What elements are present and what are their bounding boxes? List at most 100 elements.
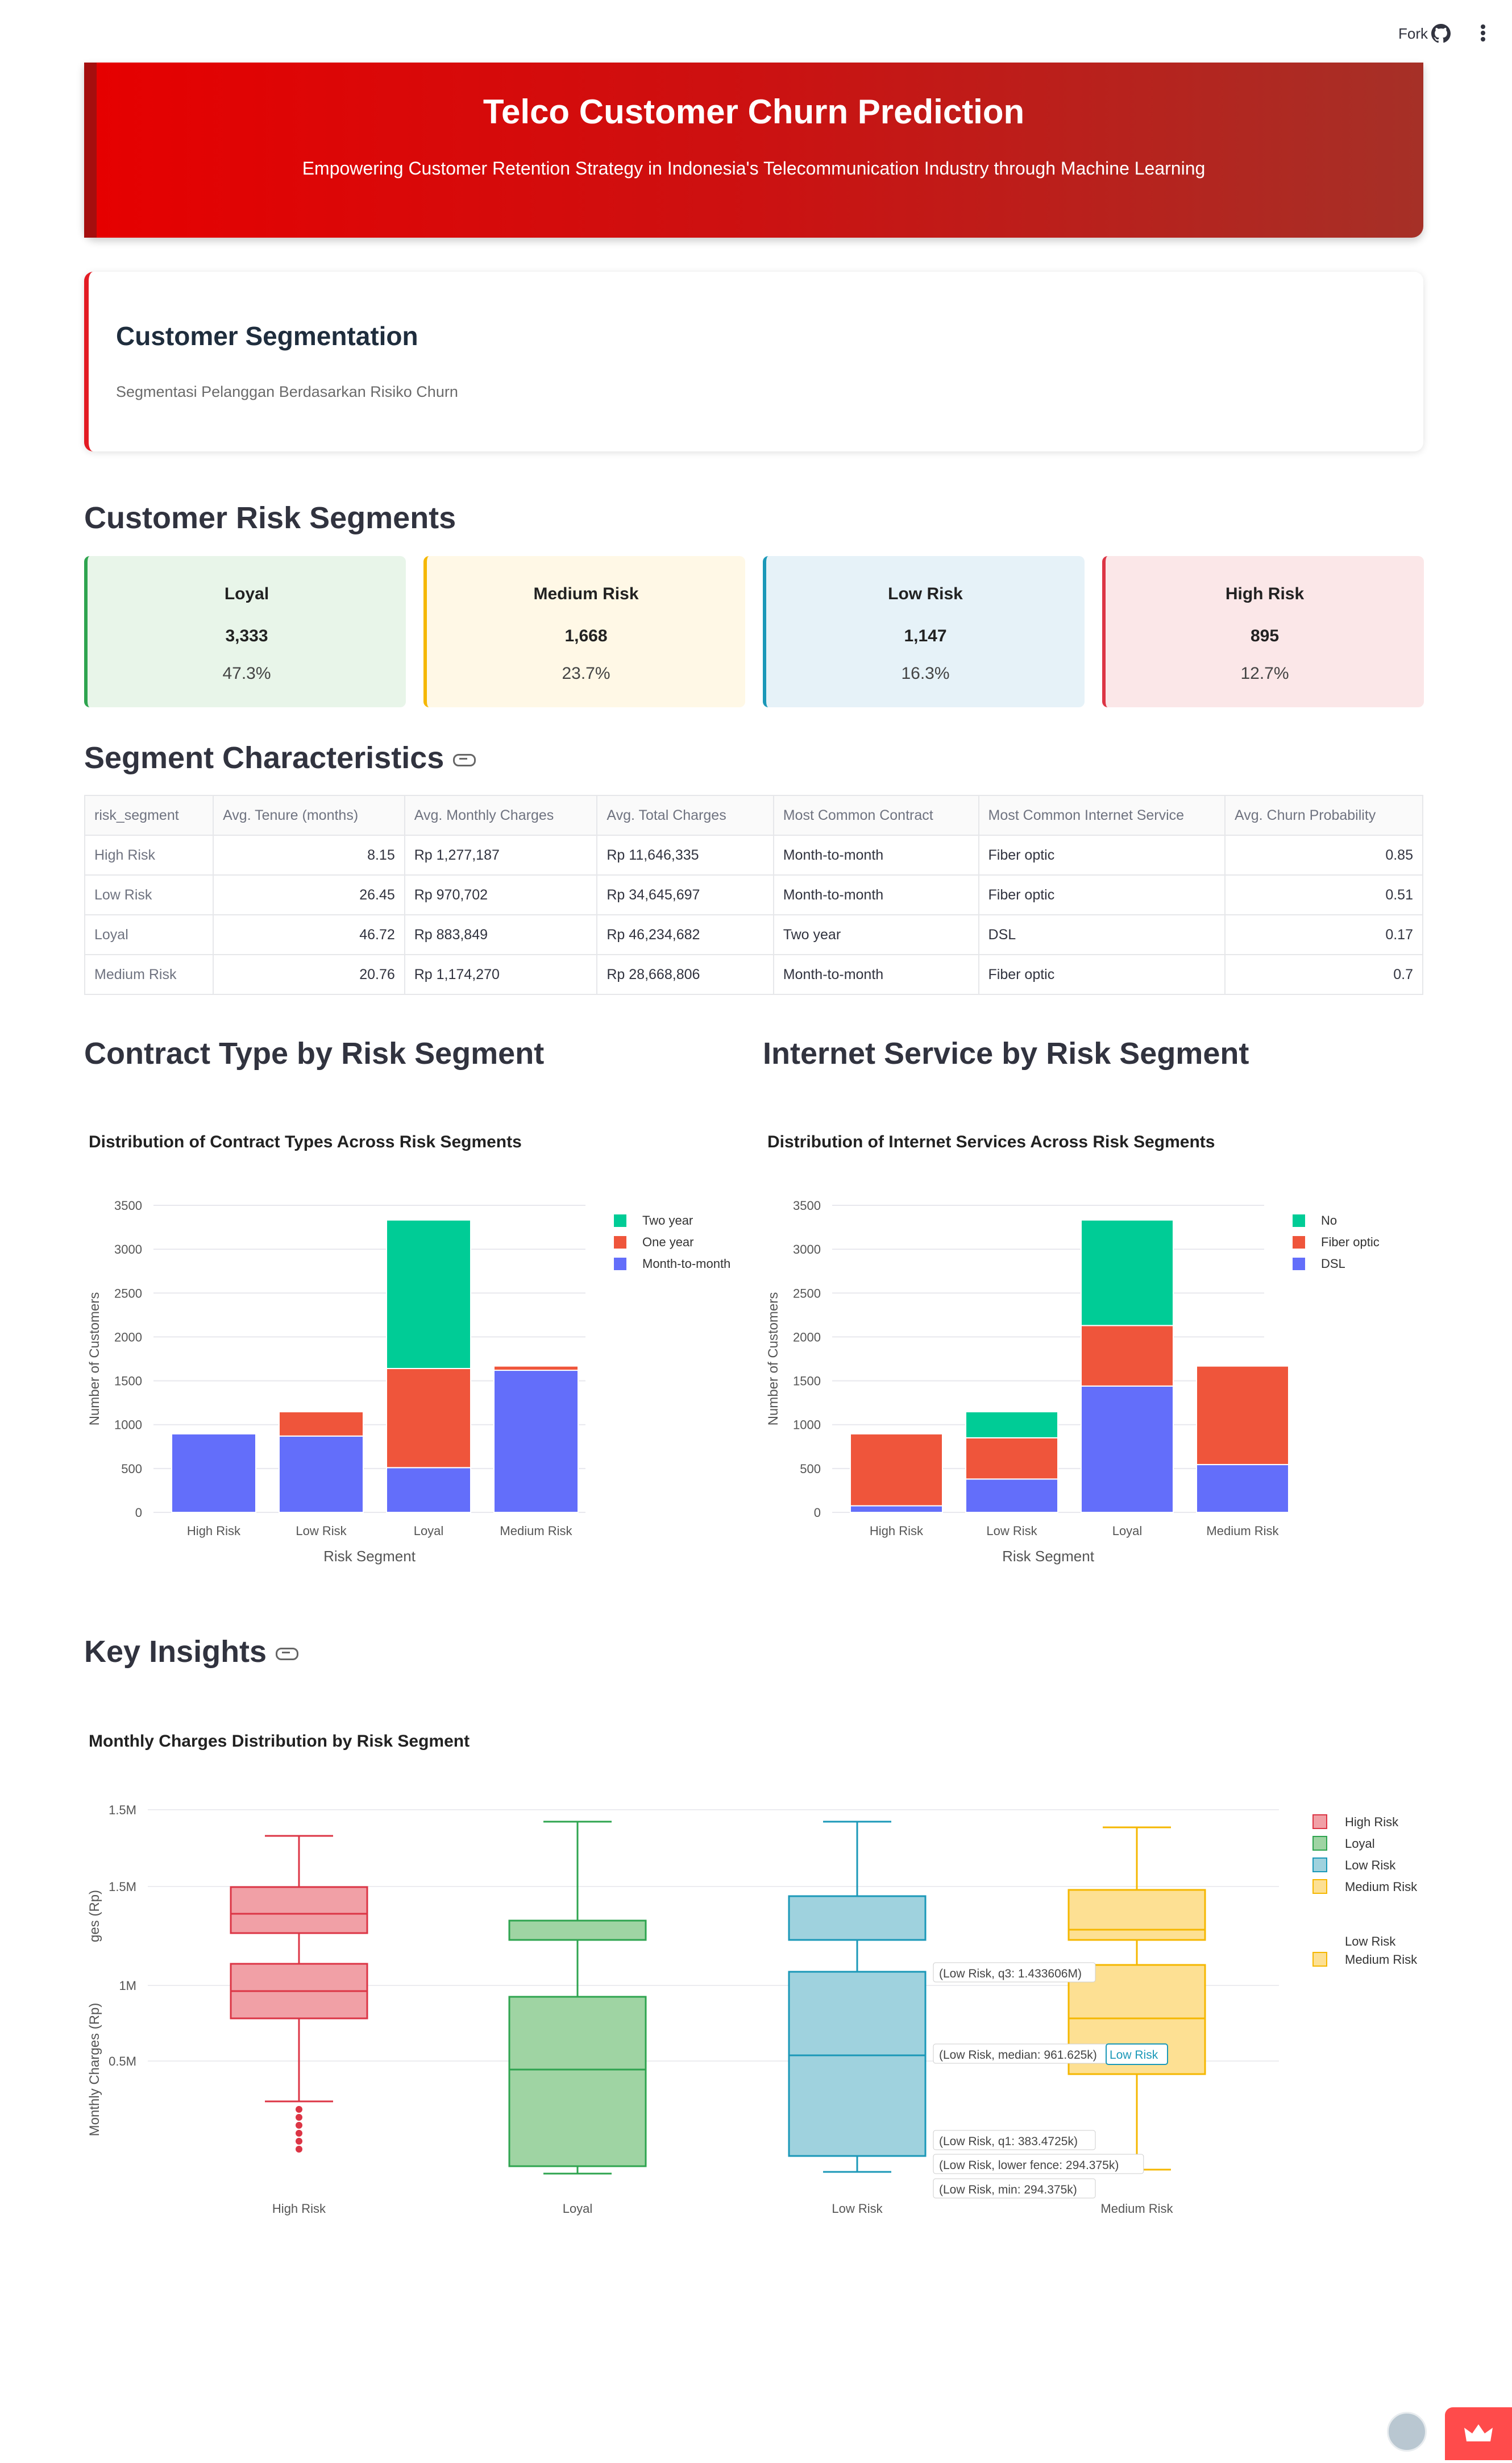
legend-label: High Risk bbox=[1345, 1815, 1399, 1829]
table-row[interactable]: High Risk 8.15 Rp 1,277,187 Rp 11,646,335 Mo… bbox=[84, 835, 1423, 876]
table-cell: Rp 1,277,187 bbox=[404, 835, 598, 876]
x-tick-label: Loyal bbox=[1112, 1524, 1143, 1538]
legend-label: Fiber optic bbox=[1321, 1235, 1380, 1249]
segmentation-title: Customer Segmentation bbox=[116, 321, 418, 351]
table-cell: 46.72 bbox=[213, 914, 405, 955]
risk-card-label: Medium Risk bbox=[533, 584, 639, 603]
legend-label: Low Risk bbox=[1345, 1858, 1396, 1872]
column-header[interactable]: Most Common Internet Service bbox=[978, 795, 1226, 836]
top-toolbar: Fork bbox=[0, 0, 1512, 68]
table-cell: Two year bbox=[772, 914, 979, 955]
banner-title: Telco Customer Churn Prediction bbox=[483, 93, 1025, 131]
risk-card-pct: 12.7% bbox=[1240, 664, 1289, 683]
table-cell: 8.15 bbox=[213, 835, 405, 876]
bar-segment bbox=[1196, 1365, 1289, 1465]
risk-card-low-risk: Low Risk 1,147 16.3% bbox=[763, 556, 1085, 707]
hover-text: (Low Risk, q1: 383.4725k) bbox=[939, 2135, 1078, 2148]
hover-text: (Low Risk, min: 294.375k) bbox=[939, 2183, 1077, 2196]
segment-characteristics-title: Segment Characteristics bbox=[84, 741, 445, 775]
bar-segment bbox=[965, 1478, 1058, 1513]
legend-swatch bbox=[614, 1236, 626, 1249]
x-axis-title: Risk Segment bbox=[1002, 1548, 1095, 1565]
legend-label: Medium Risk bbox=[1345, 1952, 1418, 1967]
contract-type-chart[interactable]: 0 500 1000 1500 2000 2500 3000 3500 High Risk Low… bbox=[80, 1183, 762, 1581]
y-tick-label: 1500 bbox=[793, 1374, 821, 1388]
risk-card-high-risk: High Risk 895 12.7% bbox=[1102, 556, 1424, 707]
anchor-link-icon[interactable] bbox=[276, 1647, 299, 1660]
y-tick-label: 3000 bbox=[793, 1242, 821, 1257]
y-tick-label: 2500 bbox=[114, 1286, 142, 1300]
column-header[interactable]: Avg. Churn Probability bbox=[1224, 795, 1423, 836]
y-tick-label: 0 bbox=[814, 1506, 821, 1520]
key-insights-title: Key Insights bbox=[84, 1635, 267, 1669]
box-upper bbox=[230, 1886, 368, 1934]
risk-card-pct: 23.7% bbox=[562, 664, 610, 683]
y-tick-label: 1.5M bbox=[109, 1803, 136, 1817]
outlier-point bbox=[296, 2138, 302, 2145]
column-header[interactable]: Most Common Contract bbox=[772, 795, 979, 836]
table-cell: 26.45 bbox=[213, 874, 405, 915]
fork-link[interactable]: Fork bbox=[1398, 25, 1428, 43]
column-header[interactable]: Avg. Monthly Charges bbox=[404, 795, 598, 836]
legend-label: Low Risk bbox=[1345, 1934, 1396, 1948]
risk-card-count: 1,147 bbox=[904, 627, 947, 645]
x-tick-label: Loyal bbox=[563, 2201, 593, 2216]
table-cell: 0.85 bbox=[1224, 835, 1423, 876]
more-vertical-icon[interactable] bbox=[1479, 23, 1487, 45]
risk-card-count: 3,333 bbox=[225, 627, 268, 645]
table-cell: Fiber optic bbox=[978, 835, 1226, 876]
bar-segment bbox=[1081, 1219, 1174, 1326]
x-tick-label: High Risk bbox=[870, 1524, 924, 1538]
column-header[interactable]: risk_segment bbox=[84, 795, 214, 836]
legend-swatch bbox=[1312, 1836, 1327, 1851]
y-tick-label: 2500 bbox=[793, 1286, 821, 1300]
column-header[interactable]: Avg. Tenure (months) bbox=[213, 795, 405, 836]
segmentation-card bbox=[84, 272, 1423, 451]
risk-segments-heading: Customer Risk Segments bbox=[84, 501, 456, 535]
avatar[interactable] bbox=[1387, 2412, 1427, 2452]
key-insights-heading: Key Insights bbox=[84, 1634, 299, 1669]
legend-label: Two year bbox=[642, 1213, 693, 1228]
internet-service-chart[interactable]: 0 500 1000 1500 2000 2500 3000 3500 High Risk Low… bbox=[758, 1183, 1440, 1581]
y-tick-label: 0.5M bbox=[109, 2054, 136, 2068]
github-icon[interactable] bbox=[1431, 24, 1451, 43]
y-axis-title-fragment: ges (Rp) bbox=[87, 1890, 102, 1942]
y-tick-label: 3000 bbox=[114, 1242, 142, 1257]
bar-segment bbox=[493, 1370, 579, 1513]
table-row[interactable]: Low Risk 26.45 Rp 970,702 Rp 34,645,697 Mont… bbox=[84, 874, 1423, 915]
table-cell: Rp 1,174,270 bbox=[404, 954, 598, 995]
y-tick-label: 500 bbox=[121, 1462, 142, 1476]
streamlit-crown-icon[interactable] bbox=[1445, 2407, 1512, 2460]
hover-text: (Low Risk, lower fence: 294.375k) bbox=[939, 2159, 1119, 2172]
y-tick-label: 2000 bbox=[793, 1330, 821, 1344]
y-tick-label: 2000 bbox=[114, 1330, 142, 1344]
table-cell: 0.17 bbox=[1224, 914, 1423, 955]
table-cell: High Risk bbox=[84, 835, 214, 876]
hover-text: (Low Risk, median: 961.625k) bbox=[939, 2049, 1097, 2062]
table-row[interactable]: Loyal 46.72 Rp 883,849 Rp 46,234,682 Two yea… bbox=[84, 914, 1423, 955]
risk-card-label: Low Risk bbox=[888, 584, 963, 603]
table-cell: Rp 970,702 bbox=[404, 874, 598, 915]
legend-swatch bbox=[1293, 1258, 1305, 1270]
table-row[interactable]: Medium Risk 20.76 Rp 1,174,270 Rp 28,668,80… bbox=[84, 954, 1423, 995]
y-tick-label: 1000 bbox=[114, 1418, 142, 1432]
hover-tooltip: (Low Risk, min: 294.375k) bbox=[933, 2178, 1096, 2199]
column-header[interactable]: Avg. Total Charges bbox=[596, 795, 774, 836]
table-cell: Rp 28,668,806 bbox=[596, 954, 774, 995]
legend-swatch bbox=[1293, 1236, 1305, 1249]
y-tick-label: 1.5M bbox=[109, 1880, 136, 1894]
risk-card-count: 895 bbox=[1250, 627, 1280, 645]
x-tick-label: Medium Risk bbox=[1206, 1524, 1279, 1538]
monthly-charges-boxplot[interactable]: 0.5M 1M 1.5M 1.5M Monthly Charges (Rp) ges (R… bbox=[80, 1780, 1489, 2234]
contract-chart-title: Distribution of Contract Types Across Ri… bbox=[89, 1133, 522, 1151]
legend-swatch bbox=[1293, 1214, 1305, 1227]
table-cell: Fiber optic bbox=[978, 874, 1226, 915]
table-cell: DSL bbox=[978, 914, 1226, 955]
table-cell: Month-to-month bbox=[772, 874, 979, 915]
bar-segment bbox=[1081, 1385, 1174, 1514]
risk-card-label: Loyal bbox=[224, 584, 269, 603]
legend-label: DSL bbox=[1321, 1257, 1345, 1271]
y-axis-title: Number of Customers bbox=[766, 1292, 781, 1426]
anchor-link-icon[interactable] bbox=[453, 753, 476, 766]
y-tick-label: 0 bbox=[135, 1506, 142, 1520]
